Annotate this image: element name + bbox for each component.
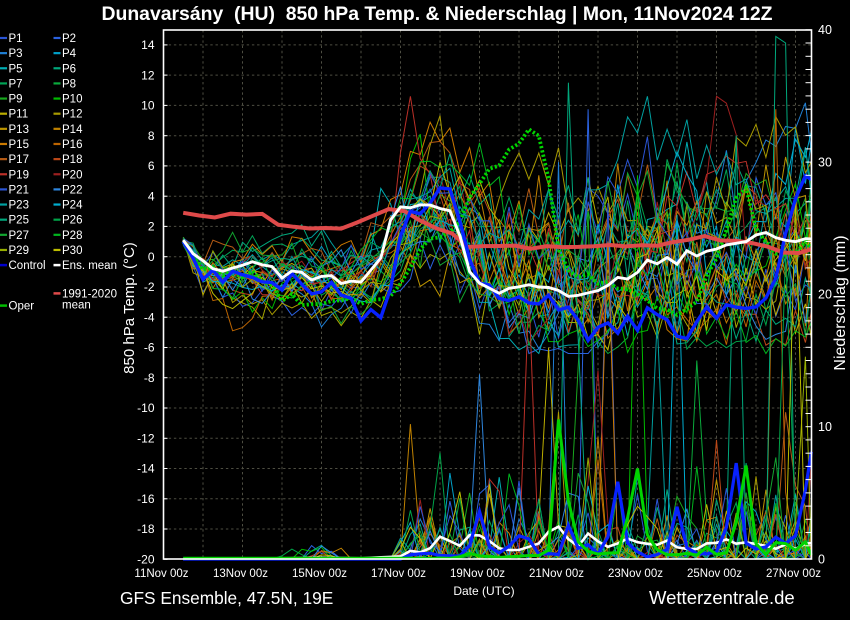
svg-text:-8: -8 — [144, 371, 155, 385]
svg-text:Dunavarsány (HU) 850 hPa Tem: Dunavarsány (HU) 850 hPa Temp. & Nieders… — [101, 3, 772, 25]
svg-text:2: 2 — [148, 220, 155, 234]
svg-text:P19: P19 — [9, 169, 29, 181]
svg-text:P8: P8 — [62, 78, 76, 90]
svg-text:P20: P20 — [62, 169, 82, 181]
svg-text:P22: P22 — [62, 184, 82, 196]
svg-text:P7: P7 — [9, 78, 23, 90]
svg-text:25Nov 00z: 25Nov 00z — [687, 568, 742, 580]
svg-text:23Nov 00z: 23Nov 00z — [608, 568, 663, 580]
svg-text:P29: P29 — [9, 245, 29, 257]
svg-text:-10: -10 — [137, 401, 155, 415]
svg-text:14: 14 — [141, 38, 155, 52]
svg-text:13Nov 00z: 13Nov 00z — [213, 568, 268, 580]
svg-text:Control: Control — [9, 260, 46, 272]
svg-text:P14: P14 — [62, 124, 83, 136]
svg-text:17Nov 00z: 17Nov 00z — [371, 568, 426, 580]
svg-text:-12: -12 — [137, 431, 155, 445]
svg-text:P10: P10 — [62, 94, 82, 106]
svg-text:P15: P15 — [9, 139, 29, 151]
svg-text:P21: P21 — [9, 184, 29, 196]
svg-text:P2: P2 — [62, 33, 76, 45]
svg-text:-20: -20 — [137, 553, 155, 567]
svg-text:P6: P6 — [62, 63, 76, 75]
svg-text:10: 10 — [141, 99, 155, 113]
svg-text:30: 30 — [818, 155, 832, 169]
svg-text:Date (UTC): Date (UTC) — [453, 584, 514, 598]
svg-text:27Nov 00z: 27Nov 00z — [766, 568, 821, 580]
svg-text:-14: -14 — [137, 462, 155, 476]
svg-text:8: 8 — [148, 129, 155, 143]
svg-text:10: 10 — [818, 420, 832, 434]
svg-text:P28: P28 — [62, 230, 82, 242]
svg-text:11Nov 00z: 11Nov 00z — [134, 568, 188, 580]
svg-text:12: 12 — [141, 68, 155, 82]
svg-text:P27: P27 — [9, 230, 29, 242]
svg-text:Niederschlag (mm): Niederschlag (mm) — [832, 235, 849, 370]
svg-text:15Nov 00z: 15Nov 00z — [292, 568, 347, 580]
svg-text:mean: mean — [62, 299, 91, 311]
svg-text:-4: -4 — [144, 310, 155, 324]
svg-text:-16: -16 — [137, 492, 155, 506]
svg-text:P24: P24 — [62, 200, 83, 212]
svg-text:-6: -6 — [144, 341, 155, 355]
svg-text:0: 0 — [148, 250, 155, 264]
svg-text:P17: P17 — [9, 154, 29, 166]
svg-text:19Nov 00z: 19Nov 00z — [450, 568, 505, 580]
svg-text:0: 0 — [818, 552, 825, 566]
svg-text:4: 4 — [148, 189, 155, 203]
svg-text:GFS Ensemble, 47.5N, 19E: GFS Ensemble, 47.5N, 19E — [120, 588, 333, 608]
svg-text:P16: P16 — [62, 139, 82, 151]
svg-text:Oper: Oper — [9, 301, 35, 313]
svg-text:P30: P30 — [62, 245, 82, 257]
svg-text:P23: P23 — [9, 200, 29, 212]
svg-text:P11: P11 — [9, 109, 29, 121]
svg-text:20: 20 — [818, 288, 832, 302]
svg-text:40: 40 — [818, 23, 832, 37]
svg-text:P3: P3 — [9, 48, 23, 60]
svg-text:P18: P18 — [62, 154, 82, 166]
svg-text:-2: -2 — [144, 280, 155, 294]
svg-text:P4: P4 — [62, 48, 77, 60]
svg-text:P13: P13 — [9, 124, 29, 136]
svg-text:P26: P26 — [62, 215, 82, 227]
svg-text:P1: P1 — [9, 33, 23, 45]
svg-text:850 hPa Temp. (°C): 850 hPa Temp. (°C) — [121, 242, 138, 374]
svg-text:-18: -18 — [137, 522, 155, 536]
svg-text:P5: P5 — [9, 63, 23, 75]
svg-text:P25: P25 — [9, 215, 29, 227]
svg-text:P12: P12 — [62, 109, 82, 121]
svg-text:Wetterzentrale.de: Wetterzentrale.de — [649, 587, 795, 608]
svg-text:Ens. mean: Ens. mean — [62, 260, 117, 272]
svg-text:21Nov 00z: 21Nov 00z — [529, 568, 584, 580]
svg-text:6: 6 — [148, 159, 155, 173]
svg-text:P9: P9 — [9, 94, 23, 106]
